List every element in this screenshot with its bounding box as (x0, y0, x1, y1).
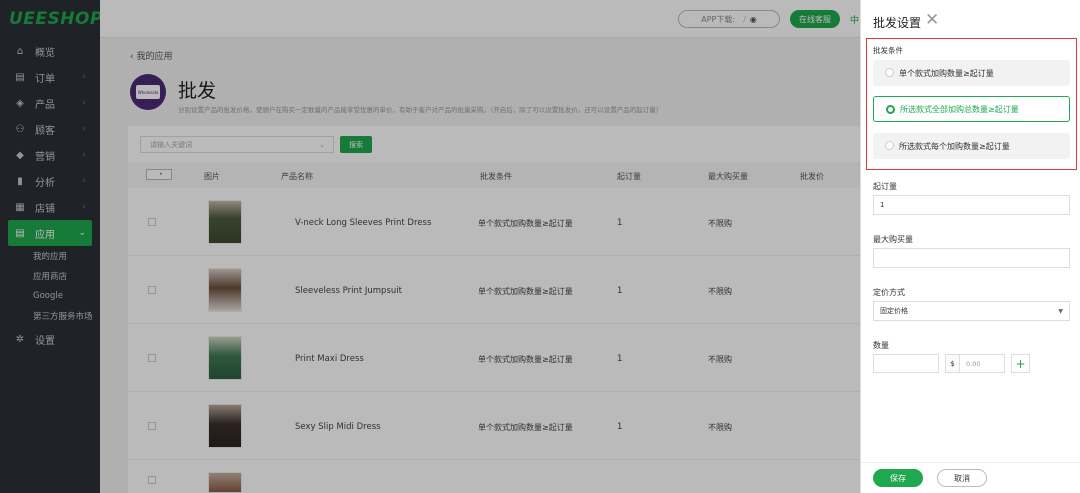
cancel-button[interactable]: 取消 (937, 469, 987, 487)
pricing-method-value: 固定价格 (880, 307, 908, 315)
radio-button-selected[interactable] (886, 105, 895, 114)
max-buy-input[interactable] (873, 248, 1070, 268)
moq-label: 起订量 (873, 182, 897, 191)
modal-overlay[interactable] (0, 0, 860, 493)
add-tier-button[interactable]: + (1011, 354, 1030, 373)
option-label: 单个款式加购数量≥起订量 (899, 68, 994, 78)
close-icon[interactable]: ✕ (925, 10, 939, 30)
wholesale-settings-panel: 批发设置 ✕ 批发条件 单个款式加购数量≥起订量 所选款式全部加购总数量≥起订量… (860, 0, 1080, 493)
radio-button[interactable] (885, 68, 894, 77)
condition-option-each-style[interactable]: 所选款式每个加购数量≥起订量 (873, 133, 1070, 159)
pricing-method-label: 定价方式 (873, 288, 905, 297)
panel-title: 批发设置 (873, 16, 922, 30)
currency-symbol: $ (946, 355, 960, 372)
price-placeholder: 0.00 (966, 359, 981, 368)
max-buy-label: 最大购买量 (873, 235, 913, 244)
radio-button[interactable] (885, 141, 894, 150)
price-input[interactable]: $ 0.00 (945, 354, 1005, 373)
quantity-input[interactable] (873, 354, 939, 373)
panel-footer: 保存 取消 (861, 462, 1080, 493)
save-button[interactable]: 保存 (873, 469, 923, 487)
condition-option-single-style[interactable]: 单个款式加购数量≥起订量 (873, 60, 1070, 86)
moq-input[interactable]: 1 (873, 195, 1070, 215)
condition-option-total-quantity[interactable]: 所选款式全部加购总数量≥起订量 (873, 96, 1070, 122)
quantity-label: 数量 (873, 341, 889, 350)
condition-label: 批发条件 (873, 46, 903, 55)
option-label: 所选款式每个加购数量≥起订量 (899, 141, 1010, 151)
pricing-method-select[interactable]: 固定价格 ▼ (873, 301, 1070, 321)
wholesale-condition-group: 批发条件 单个款式加购数量≥起订量 所选款式全部加购总数量≥起订量 所选款式每个… (866, 38, 1077, 170)
option-label: 所选款式全部加购总数量≥起订量 (900, 104, 1019, 114)
caret-down-icon: ▼ (1058, 307, 1063, 315)
